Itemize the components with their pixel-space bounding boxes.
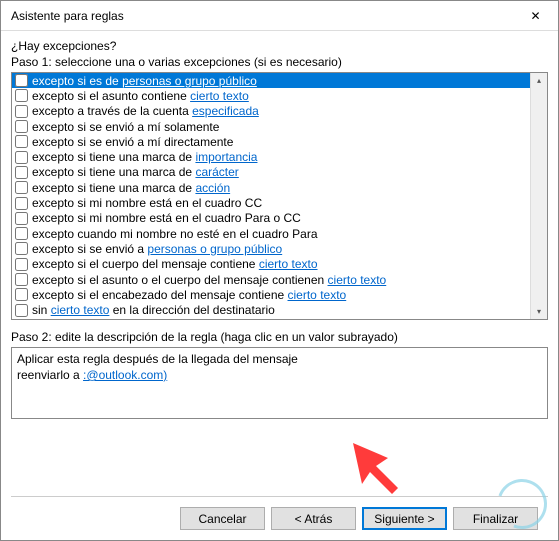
exception-text: excepto si tiene una marca de carácter <box>32 165 239 179</box>
exception-checkbox[interactable] <box>15 258 28 271</box>
exception-row[interactable]: excepto si se envió a mí directamente <box>12 134 530 149</box>
exception-row[interactable]: excepto a través de la cuenta especifica… <box>12 104 530 119</box>
exception-text: sin cierto texto en la dirección del rem… <box>32 318 263 319</box>
rule-description-box[interactable]: Aplicar esta regla después de la llegada… <box>11 347 548 419</box>
exception-text: excepto si el cuerpo del mensaje contien… <box>32 257 318 271</box>
exception-checkbox[interactable] <box>15 105 28 118</box>
exception-text: excepto si tiene una marca de acción <box>32 181 230 195</box>
exception-text: excepto a través de la cuenta especifica… <box>32 104 259 118</box>
exception-row[interactable]: excepto si es de personas o grupo públic… <box>12 73 530 88</box>
exception-row[interactable]: excepto si tiene una marca de carácter <box>12 165 530 180</box>
rules-wizard-window: Asistente para reglas ✕ ¿Hay excepciones… <box>0 0 559 541</box>
exception-text: excepto si se envió a mí directamente <box>32 135 233 149</box>
cancel-button[interactable]: Cancelar <box>180 507 265 530</box>
exception-row[interactable]: sin cierto texto en la dirección del rem… <box>12 318 530 319</box>
scroll-down-icon[interactable]: ▾ <box>532 304 547 319</box>
exception-link[interactable]: acción <box>195 181 230 195</box>
step2-label: Paso 2: edite la descripción de la regla… <box>11 330 548 344</box>
back-button[interactable]: < Atrás <box>271 507 356 530</box>
exception-row[interactable]: excepto cuando mi nombre no esté en el c… <box>12 226 530 241</box>
exception-checkbox[interactable] <box>15 151 28 164</box>
exception-link[interactable]: personas o grupo público <box>122 74 257 88</box>
exception-row[interactable]: excepto si se envió a personas o grupo p… <box>12 241 530 256</box>
exception-text: excepto si es de personas o grupo públic… <box>32 74 257 88</box>
exception-checkbox[interactable] <box>15 288 28 301</box>
exceptions-listbox[interactable]: excepto si es de personas o grupo públic… <box>11 72 548 320</box>
exception-checkbox[interactable] <box>15 273 28 286</box>
exception-link[interactable]: especificada <box>192 104 259 118</box>
exceptions-question: ¿Hay excepciones? <box>11 39 548 53</box>
exception-link[interactable]: cierto texto <box>190 89 249 103</box>
exception-checkbox[interactable] <box>15 242 28 255</box>
scroll-up-icon[interactable]: ▴ <box>532 73 547 88</box>
exception-text: excepto si el asunto contiene cierto tex… <box>32 89 249 103</box>
window-title: Asistente para reglas <box>11 9 124 23</box>
dialog-footer: Cancelar < Atrás Siguiente > Finalizar <box>11 496 548 540</box>
exception-text: excepto si el encabezado del mensaje con… <box>32 288 346 302</box>
forward-to-link[interactable]: :@outlook.com) <box>83 368 167 382</box>
scrollbar[interactable]: ▴ ▾ <box>530 73 547 319</box>
exception-row[interactable]: excepto si tiene una marca de importanci… <box>12 149 530 164</box>
next-button[interactable]: Siguiente > <box>362 507 447 530</box>
finish-button[interactable]: Finalizar <box>453 507 538 530</box>
exception-checkbox[interactable] <box>15 135 28 148</box>
exception-checkbox[interactable] <box>15 120 28 133</box>
titlebar: Asistente para reglas ✕ <box>1 1 558 31</box>
exception-text: excepto si se envió a mí solamente <box>32 120 219 134</box>
exception-text: excepto si se envió a personas o grupo p… <box>32 242 282 256</box>
exception-text: excepto si el asunto o el cuerpo del men… <box>32 273 386 287</box>
exception-link[interactable]: personas o grupo público <box>147 242 282 256</box>
exception-text: excepto si mi nombre está en el cuadro P… <box>32 211 301 225</box>
exception-checkbox[interactable] <box>15 89 28 102</box>
exception-checkbox[interactable] <box>15 212 28 225</box>
exception-text: sin cierto texto en la dirección del des… <box>32 303 275 317</box>
exception-checkbox[interactable] <box>15 304 28 317</box>
exception-checkbox[interactable] <box>15 197 28 210</box>
exception-checkbox[interactable] <box>15 181 28 194</box>
exception-row[interactable]: excepto si mi nombre está en el cuadro C… <box>12 195 530 210</box>
exception-link[interactable]: cierto texto <box>51 303 110 317</box>
exception-text: excepto cuando mi nombre no esté en el c… <box>32 227 318 241</box>
exception-link[interactable]: cierto texto <box>259 257 318 271</box>
exception-text: excepto si mi nombre está en el cuadro C… <box>32 196 262 210</box>
exception-link[interactable]: carácter <box>195 165 238 179</box>
exception-row[interactable]: excepto si tiene una marca de acción <box>12 180 530 195</box>
exception-row[interactable]: excepto si mi nombre está en el cuadro P… <box>12 211 530 226</box>
exception-row[interactable]: excepto si el encabezado del mensaje con… <box>12 287 530 302</box>
exception-row[interactable]: excepto si se envió a mí solamente <box>12 119 530 134</box>
exception-row[interactable]: excepto si el cuerpo del mensaje contien… <box>12 257 530 272</box>
close-button[interactable]: ✕ <box>513 1 558 31</box>
exception-checkbox[interactable] <box>15 227 28 240</box>
exception-link[interactable]: cierto texto <box>288 288 347 302</box>
exception-link[interactable]: cierto texto <box>51 318 110 319</box>
step1-label: Paso 1: seleccione una o varias excepcio… <box>11 55 548 69</box>
close-icon: ✕ <box>530 9 540 23</box>
dialog-body: ¿Hay excepciones? Paso 1: seleccione una… <box>1 31 558 540</box>
exception-link[interactable]: importancia <box>195 150 257 164</box>
exception-row[interactable]: excepto si el asunto contiene cierto tex… <box>12 88 530 103</box>
exception-checkbox[interactable] <box>15 74 28 87</box>
exception-text: excepto si tiene una marca de importanci… <box>32 150 257 164</box>
exception-row[interactable]: sin cierto texto en la dirección del des… <box>12 302 530 317</box>
desc-line1: Aplicar esta regla después de la llegada… <box>17 351 542 367</box>
exception-link[interactable]: cierto texto <box>328 273 387 287</box>
exception-row[interactable]: excepto si el asunto o el cuerpo del men… <box>12 272 530 287</box>
exception-checkbox[interactable] <box>15 166 28 179</box>
desc-line2: reenviarlo a :@outlook.com) <box>17 367 542 383</box>
